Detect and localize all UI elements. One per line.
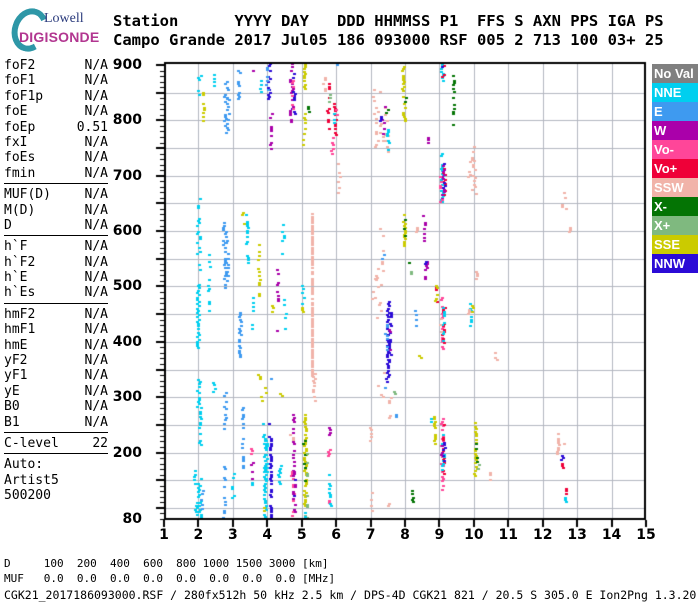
auto-scaler-line: 500200: [4, 488, 51, 504]
x-tick-label: 13: [567, 527, 587, 543]
y-tick-label: 80: [122, 511, 142, 527]
y-tick-label: 200: [112, 444, 142, 461]
param-label: h`F2: [4, 254, 36, 270]
param-row: yF2 N/A: [4, 353, 108, 368]
x-tick-label: 7: [365, 527, 376, 543]
x-tick-label: 12: [532, 527, 553, 543]
param-label: yF1: [4, 368, 28, 384]
x-tick-label: 6: [331, 527, 342, 543]
x-tick-label: 1: [159, 527, 169, 543]
param-value: N/A: [84, 414, 108, 430]
legend-item-sse: SSE: [652, 235, 698, 254]
x-tick-label: 11: [498, 527, 519, 543]
legend-item-x-: X+: [652, 216, 698, 235]
panel-divider: [4, 431, 108, 433]
x-tick-label: 10: [464, 527, 484, 543]
param-label: M(D): [4, 202, 36, 218]
param-value: N/A: [84, 368, 108, 384]
param-value: N/A: [84, 73, 108, 89]
param-row: h`F2 N/A: [4, 255, 108, 270]
param-row: foF1p N/A: [4, 89, 108, 104]
muf-row: MUF 0.0 0.0 0.0 0.0 0.0 0.0 0.0 0.0 [MHz…: [4, 572, 336, 585]
auto-scaler-line: Artist5: [4, 472, 59, 488]
x-tick-label: 3: [227, 527, 238, 543]
param-label: B1: [4, 414, 20, 430]
param-row: foEs N/A: [4, 150, 108, 165]
legend-item-w: W: [652, 121, 698, 140]
echo-direction-legend: No Val NNE E W Vo- Vo+ SSW X- X+ SSE NNW: [652, 64, 698, 273]
y-tick-label: 600: [112, 223, 142, 240]
param-value: N/A: [84, 187, 108, 203]
header-line2: Campo Grande 2017 Jul05 186 093000 RSF 0…: [113, 31, 664, 49]
param-label: foEs: [4, 150, 36, 166]
y-tick-label: 900: [112, 57, 142, 73]
param-row: foF1 N/A: [4, 73, 108, 88]
legend-item-ssw: SSW: [652, 178, 698, 197]
param-row: hmF2 N/A: [4, 307, 108, 322]
param-row: yF1 N/A: [4, 368, 108, 383]
x-tick-label: 4: [262, 527, 273, 543]
param-label: foF1: [4, 73, 36, 89]
legend-item-nnw: NNW: [652, 254, 698, 273]
y-tick-label: 400: [112, 333, 142, 350]
ionogram-scatter-canvas: [146, 56, 662, 550]
lowell-digisonde-logo: Lowell DIGISONDE: [6, 3, 110, 57]
param-row: fxI N/A: [4, 135, 108, 150]
param-value: N/A: [84, 134, 108, 150]
param-row: B1 N/A: [4, 415, 108, 430]
legend-item-x-: X-: [652, 197, 698, 216]
y-tick-label: 300: [112, 389, 142, 406]
param-value: N/A: [84, 353, 108, 369]
param-label: hmF2: [4, 306, 36, 322]
x-tick-label: 9: [434, 527, 445, 543]
header-line1: Station YYYY DAY DDD HHMMSS P1 FFS S AXN…: [113, 12, 664, 30]
param-row: M(D) N/A: [4, 203, 108, 218]
param-label: fxI: [4, 134, 28, 150]
x-tick-label: 15: [636, 527, 656, 543]
param-label: MUF(D): [4, 187, 51, 203]
param-value: N/A: [84, 306, 108, 322]
legend-item-nne: NNE: [652, 83, 698, 102]
logo-digisonde-text: DIGISONDE: [19, 29, 100, 45]
param-label: foF1p: [4, 88, 44, 104]
distance-row: D 100 200 400 600 800 1000 1500 3000 [km…: [4, 557, 329, 570]
param-value: N/A: [84, 202, 108, 218]
logo-lowell-text: Lowell: [44, 11, 84, 26]
legend-item-vo-: Vo+: [652, 159, 698, 178]
param-row: h`F N/A: [4, 239, 108, 254]
x-tick-label: 2: [193, 527, 204, 543]
x-tick-label: 14: [601, 527, 622, 543]
x-tick-label: 8: [400, 527, 410, 543]
legend-item-vo-: Vo-: [652, 140, 698, 159]
y-tick-label: 800: [112, 112, 142, 129]
param-value: N/A: [84, 150, 108, 166]
param-label: h`F: [4, 239, 28, 255]
x-tick-label: 5: [296, 527, 307, 543]
param-label: yF2: [4, 353, 28, 369]
param-value: N/A: [84, 88, 108, 104]
y-tick-label: 700: [112, 167, 142, 184]
legend-item-no-val: No Val: [652, 64, 698, 83]
header-block: Station YYYY DAY DDD HHMMSS P1 FFS S AXN…: [113, 12, 664, 50]
panel-divider: [4, 302, 108, 304]
param-value: N/A: [84, 239, 108, 255]
legend-item-e: E: [652, 102, 698, 121]
param-row: MUF(D) N/A: [4, 187, 108, 202]
param-value: N/A: [84, 254, 108, 270]
y-tick-label: 500: [112, 278, 142, 295]
